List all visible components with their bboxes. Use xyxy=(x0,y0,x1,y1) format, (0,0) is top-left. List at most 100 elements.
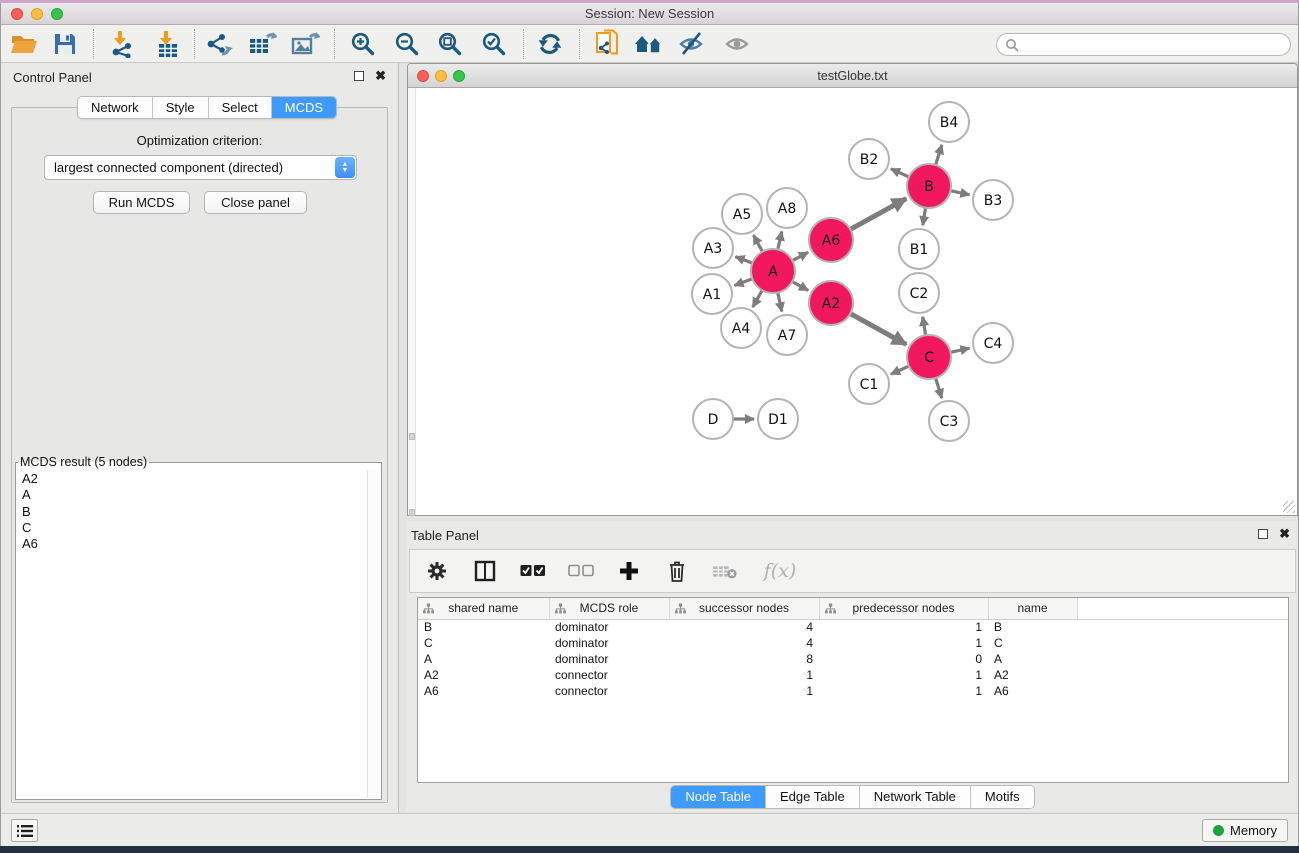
tab-mcds[interactable]: MCDS xyxy=(272,97,336,118)
close-panel-button[interactable]: Close panel xyxy=(204,191,307,214)
function-builder-icon[interactable]: f(x) xyxy=(760,558,800,584)
table-cell[interactable]: A6 xyxy=(418,683,549,699)
graph-node[interactable]: D1 xyxy=(758,399,798,439)
tab-motifs[interactable]: Motifs xyxy=(971,786,1034,808)
graph-node[interactable]: B1 xyxy=(899,229,939,269)
graph-node[interactable]: C4 xyxy=(973,323,1013,363)
graph-edge[interactable] xyxy=(950,191,969,195)
graph-edge[interactable] xyxy=(735,257,752,264)
graph-edge[interactable] xyxy=(936,378,942,398)
mcds-result-item[interactable]: A2 xyxy=(17,471,366,487)
table-cell[interactable]: 1 xyxy=(669,683,819,699)
table-cell[interactable]: 8 xyxy=(669,651,819,667)
graph-edge[interactable] xyxy=(891,169,909,177)
table-row[interactable]: A6connector11A6 xyxy=(418,683,1288,699)
table-cell[interactable]: A2 xyxy=(418,667,549,683)
graph-edge[interactable] xyxy=(850,199,906,230)
graph-node[interactable]: B4 xyxy=(929,102,969,142)
memory-button[interactable]: Memory xyxy=(1202,819,1288,842)
table-cell[interactable]: C xyxy=(988,635,1077,651)
delete-icon[interactable] xyxy=(664,558,690,584)
graph-node[interactable]: C3 xyxy=(929,401,969,441)
add-column-icon[interactable] xyxy=(616,558,642,584)
select-all-icon[interactable] xyxy=(520,558,546,584)
graph-node[interactable]: B xyxy=(907,164,951,208)
graph-node[interactable]: C2 xyxy=(899,273,939,313)
graph-edge[interactable] xyxy=(792,252,808,260)
graph-edge[interactable] xyxy=(923,208,926,226)
graph-edge[interactable] xyxy=(936,145,942,165)
graph-edge[interactable] xyxy=(850,314,906,345)
hide-graphics-details-icon[interactable] xyxy=(674,27,710,61)
table-cell[interactable]: 1 xyxy=(669,667,819,683)
column-header[interactable]: successor nodes xyxy=(669,598,819,619)
table-cell[interactable]: B xyxy=(418,619,549,635)
graph-node[interactable]: A2 xyxy=(809,281,853,325)
run-mcds-button[interactable]: Run MCDS xyxy=(93,191,190,214)
resize-grip[interactable] xyxy=(409,433,415,440)
table-cell[interactable]: 1 xyxy=(819,667,988,683)
open-file-icon[interactable] xyxy=(6,27,42,61)
mcds-result-item[interactable]: A xyxy=(17,487,366,503)
delete-table-icon[interactable] xyxy=(712,558,738,584)
save-session-icon[interactable] xyxy=(47,27,83,61)
table-cell[interactable]: A6 xyxy=(988,683,1077,699)
import-table-icon[interactable] xyxy=(150,27,186,61)
graph-edge[interactable] xyxy=(778,292,782,311)
zoom-fit-icon[interactable] xyxy=(432,27,468,61)
table-row[interactable]: Cdominator41C xyxy=(418,635,1288,651)
table-cell[interactable]: C xyxy=(418,635,549,651)
table-cell[interactable]: A xyxy=(418,651,549,667)
graph-node[interactable]: A7 xyxy=(767,315,807,355)
graph-node[interactable]: A3 xyxy=(693,228,733,268)
table-cell[interactable]: A2 xyxy=(988,667,1077,683)
table-cell[interactable]: dominator xyxy=(549,635,669,651)
graph-node[interactable]: A8 xyxy=(767,188,807,228)
graph-node[interactable]: A6 xyxy=(809,218,853,262)
mcds-result-item[interactable]: B xyxy=(17,504,366,520)
gear-icon[interactable] xyxy=(424,558,450,584)
minimize-view-button[interactable] xyxy=(435,70,447,82)
table-cell[interactable]: 4 xyxy=(669,635,819,651)
tab-network-table[interactable]: Network Table xyxy=(860,786,971,808)
refresh-icon[interactable] xyxy=(532,27,568,61)
close-panel-icon[interactable]: ✖ xyxy=(375,68,386,84)
close-panel-icon[interactable]: ✖ xyxy=(1279,526,1290,542)
import-network-icon[interactable] xyxy=(104,27,140,61)
zoom-view-button[interactable] xyxy=(453,70,465,82)
graph-node[interactable]: D xyxy=(693,399,733,439)
zoom-out-icon[interactable] xyxy=(389,27,425,61)
zoom-window-button[interactable] xyxy=(51,8,63,20)
task-history-button[interactable] xyxy=(11,819,38,842)
resize-corner-grip[interactable] xyxy=(1283,501,1295,513)
graph-node[interactable]: A4 xyxy=(721,308,761,348)
graph-edge[interactable] xyxy=(923,317,926,336)
graph-node[interactable]: A1 xyxy=(692,274,732,314)
first-neighbors-icon[interactable] xyxy=(631,27,667,61)
criterion-select[interactable]: largest connected component (directed) ▲… xyxy=(44,155,357,180)
float-panel-icon[interactable] xyxy=(1258,529,1268,539)
graph-edge[interactable] xyxy=(734,279,752,286)
zoom-selected-icon[interactable] xyxy=(476,27,512,61)
table-cell[interactable]: 0 xyxy=(819,651,988,667)
table-cell[interactable]: 1 xyxy=(819,635,988,651)
export-table-icon[interactable] xyxy=(244,27,280,61)
close-window-button[interactable] xyxy=(11,8,23,20)
graph-edge[interactable] xyxy=(753,290,762,307)
column-header[interactable]: predecessor nodes xyxy=(819,598,988,619)
tab-node-table[interactable]: Node Table xyxy=(671,786,766,808)
table-cell[interactable]: connector xyxy=(549,683,669,699)
graph-node[interactable]: B3 xyxy=(973,180,1013,220)
graph-edge[interactable] xyxy=(778,231,782,249)
tab-style[interactable]: Style xyxy=(153,97,209,118)
graph-node[interactable]: A5 xyxy=(722,194,762,234)
graph-node[interactable]: C xyxy=(907,335,951,379)
search-field[interactable] xyxy=(1019,38,1290,52)
table-cell[interactable]: 4 xyxy=(669,619,819,635)
graph-edge[interactable] xyxy=(792,282,808,291)
column-layout-icon[interactable] xyxy=(472,558,498,584)
table-cell[interactable]: dominator xyxy=(549,651,669,667)
tab-edge-table[interactable]: Edge Table xyxy=(766,786,860,808)
table-cell[interactable]: A xyxy=(988,651,1077,667)
table-cell[interactable]: 1 xyxy=(819,683,988,699)
